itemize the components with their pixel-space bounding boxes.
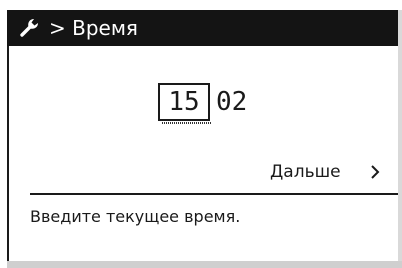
minutes-field[interactable]: 02 [216, 85, 247, 119]
wrench-icon[interactable] [19, 16, 41, 38]
frame-edge-bottom [7, 261, 402, 268]
frame-edge-right [398, 10, 402, 268]
frame-edge-left [7, 10, 9, 268]
hours-field[interactable]: 15 [158, 83, 212, 124]
chevron-right-icon [371, 165, 380, 179]
divider [30, 193, 398, 195]
next-button[interactable]: Дальше [250, 158, 398, 186]
next-label: Дальше [270, 162, 341, 182]
header-bar: > Время [7, 10, 398, 46]
hours-value: 15 [168, 87, 200, 117]
info-text: Введите текущее время. [30, 207, 241, 226]
device-screen: > Время 15 02 Дальше Введите текущее вре… [0, 0, 402, 268]
page-title: > Время [49, 16, 138, 40]
